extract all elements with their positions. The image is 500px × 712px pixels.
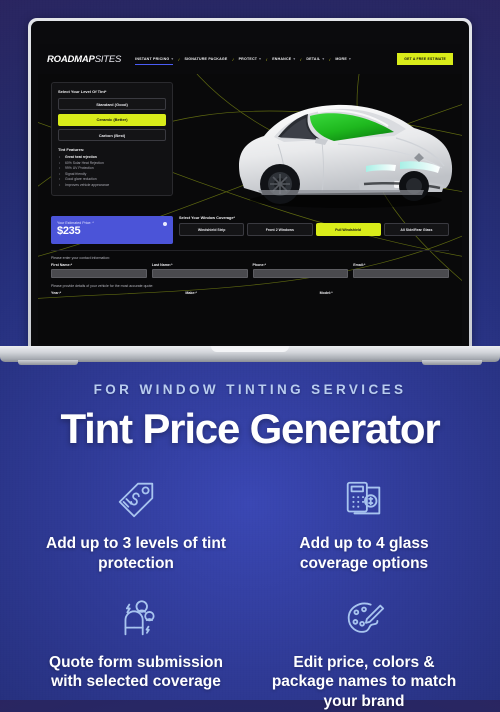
promo-eyebrow: FOR WINDOW TINTING SERVICES [93, 382, 407, 397]
laptop-foot-right [422, 360, 482, 365]
hero-section: Select Your Level Of Tint* Standard (Goo… [38, 74, 462, 214]
lead-magnet-icon [113, 596, 159, 642]
nav-separator: / [178, 56, 180, 62]
feature-text: Add up to 4 glass coverage options [299, 535, 429, 572]
phone-input[interactable] [252, 268, 349, 278]
year-field-group: Year:* [51, 291, 180, 297]
feature-text: Quote form submission with selected cove… [49, 653, 223, 691]
nav-items: INSTANT PRICING ▾ / SIGNATURE PACKAGE / P… [135, 56, 351, 65]
site-logo[interactable]: ROADMAPSITES [47, 54, 121, 65]
window-coverage-group: Select Your Window Coverage* Windshield … [179, 216, 449, 244]
website-preview: ROADMAPSITES INSTANT PRICING ▾ / SIGNATUR… [38, 44, 462, 344]
feature-cell-brand-editing: Edit price, colors & package names to ma… [250, 596, 478, 712]
nav-label: SIGNATURE PACKAGE [184, 57, 228, 61]
coverage-option-full-windshield[interactable]: Full Windshield [315, 223, 381, 236]
tint-level-heading: Select Your Level Of Tint* [58, 89, 107, 94]
calculator-money-icon [341, 477, 387, 523]
model-label: Model:* [319, 290, 333, 295]
estimated-price-value: $235 [57, 225, 81, 237]
tint-level-panel: Select Your Level Of Tint* Standard (Goo… [51, 82, 173, 197]
laptop-foot-left [18, 360, 78, 365]
nav-label: INSTANT PRICING [135, 57, 170, 61]
contact-info-note: Please enter your contact information: [51, 255, 110, 260]
laptop-mockup: ROADMAPSITES INSTANT PRICING ▾ / SIGNATUR… [0, 0, 500, 370]
feature-text: Edit price, colors & package names to ma… [271, 653, 457, 711]
chevron-down-icon: ▾ [322, 57, 325, 61]
get-free-estimate-button[interactable]: GET A FREE ESTIMATE [397, 53, 453, 65]
feature-text: Add up to 3 levels of tint protection [46, 535, 226, 572]
estimated-price-box: Your Estimated Price: * $235 [51, 216, 173, 244]
tint-option-ceramic[interactable]: Ceramic (Better) [58, 113, 166, 126]
nav-item-signature-package[interactable]: SIGNATURE PACKAGE [184, 57, 227, 61]
logo-suffix: SITES [94, 53, 122, 65]
email-label: Email:* [353, 262, 366, 267]
make-label: Make:* [185, 290, 197, 295]
chevron-down-icon: ▾ [259, 57, 262, 61]
nav-item-protect[interactable]: PROTECT ▾ [239, 57, 261, 61]
tint-features-list: Great heat rejection 60% Solar Heat Reje… [58, 155, 166, 188]
contact-fields-row: First Name:* Last Name:* Phone:* Email:* [51, 263, 449, 278]
phone-label: Phone:* [252, 262, 267, 267]
last-name-label: Last Name:* [151, 262, 173, 267]
page-title: Tint Price Generator [60, 405, 440, 452]
coverage-options: Windshield Strip Front 2 Windows Full Wi… [179, 223, 449, 236]
tint-option-standard[interactable]: Standard (Good) [58, 98, 166, 110]
nav-label: MORE [335, 57, 347, 61]
coverage-heading: Select Your Window Coverage* [179, 216, 235, 220]
last-name-field-group: Last Name:* [151, 262, 248, 278]
phone-field-group: Phone:* [252, 262, 349, 278]
promo-content: FOR WINDOW TINTING SERVICES Tint Price G… [0, 368, 500, 710]
quote-form: Please enter your contact information: F… [51, 249, 449, 297]
year-label: Year:* [51, 290, 62, 295]
vehicle-info-note: Please provide details of your vehicle f… [51, 283, 154, 288]
price-coverage-row: Your Estimated Price: * $235 Select Your… [38, 216, 462, 244]
chevron-down-icon: ▾ [171, 57, 174, 61]
nav-label: PROTECT [238, 57, 258, 61]
tint-option-carbon[interactable]: Carbon (Best) [58, 129, 166, 141]
nav-label: ENHANCE [272, 57, 292, 61]
last-name-input[interactable] [151, 268, 248, 278]
nav-item-more[interactable]: MORE ▾ [335, 57, 351, 61]
nav-separator: / [329, 56, 331, 62]
tint-features-heading: Tint Features: [58, 147, 85, 152]
first-name-input[interactable] [51, 268, 147, 278]
coverage-option-windshield-strip[interactable]: Windshield Strip [179, 223, 245, 236]
tint-feature-item: Improves vehicle appearance [58, 183, 166, 189]
nav-separator: / [300, 56, 302, 62]
model-field-group: Model:* [320, 291, 449, 297]
price-tag-icon [113, 477, 159, 523]
coverage-option-front-2-windows[interactable]: Front 2 Windows [247, 223, 313, 236]
logo-brand: ROADMAP [47, 53, 95, 65]
feature-cell-quote-submission: Quote form submission with selected cove… [22, 596, 250, 712]
nav-separator: / [232, 56, 234, 62]
email-field-group: Email:* [353, 263, 449, 278]
car-image [218, 80, 458, 214]
make-field-group: Make:* [185, 291, 314, 297]
nav-item-instant-pricing[interactable]: INSTANT PRICING ▾ [135, 57, 174, 65]
nav-item-detail[interactable]: DETAIL ▾ [306, 57, 324, 61]
site-navbar: ROADMAPSITES INSTANT PRICING ▾ / SIGNATUR… [38, 44, 462, 74]
vehicle-fields-row: Year:* Make:* Model:* [51, 291, 449, 297]
nav-item-enhance[interactable]: ENHANCE ▾ [272, 57, 295, 61]
feature-cell-tint-levels: Add up to 3 levels of tint protection [22, 477, 250, 574]
laptop-screen: ROADMAPSITES INSTANT PRICING ▾ / SIGNATUR… [38, 44, 462, 344]
chevron-down-icon: ▾ [293, 57, 296, 61]
promo-feature-grid: Add up to 3 levels of tint protection Ad… [0, 477, 500, 712]
coverage-option-all-side-rear-glass[interactable]: All Side/Rear Glass [383, 223, 449, 236]
nav-separator: / [266, 56, 268, 62]
nav-label: DETAIL [306, 57, 321, 61]
first-name-label: First Name:* [51, 262, 73, 267]
first-name-field-group: First Name:* [51, 263, 147, 278]
chevron-down-icon: ▾ [348, 57, 351, 61]
paint-palette-icon [341, 596, 387, 642]
email-input[interactable] [353, 268, 449, 278]
info-dot-icon [163, 222, 167, 226]
feature-cell-coverage-options: Add up to 4 glass coverage options [250, 477, 478, 574]
